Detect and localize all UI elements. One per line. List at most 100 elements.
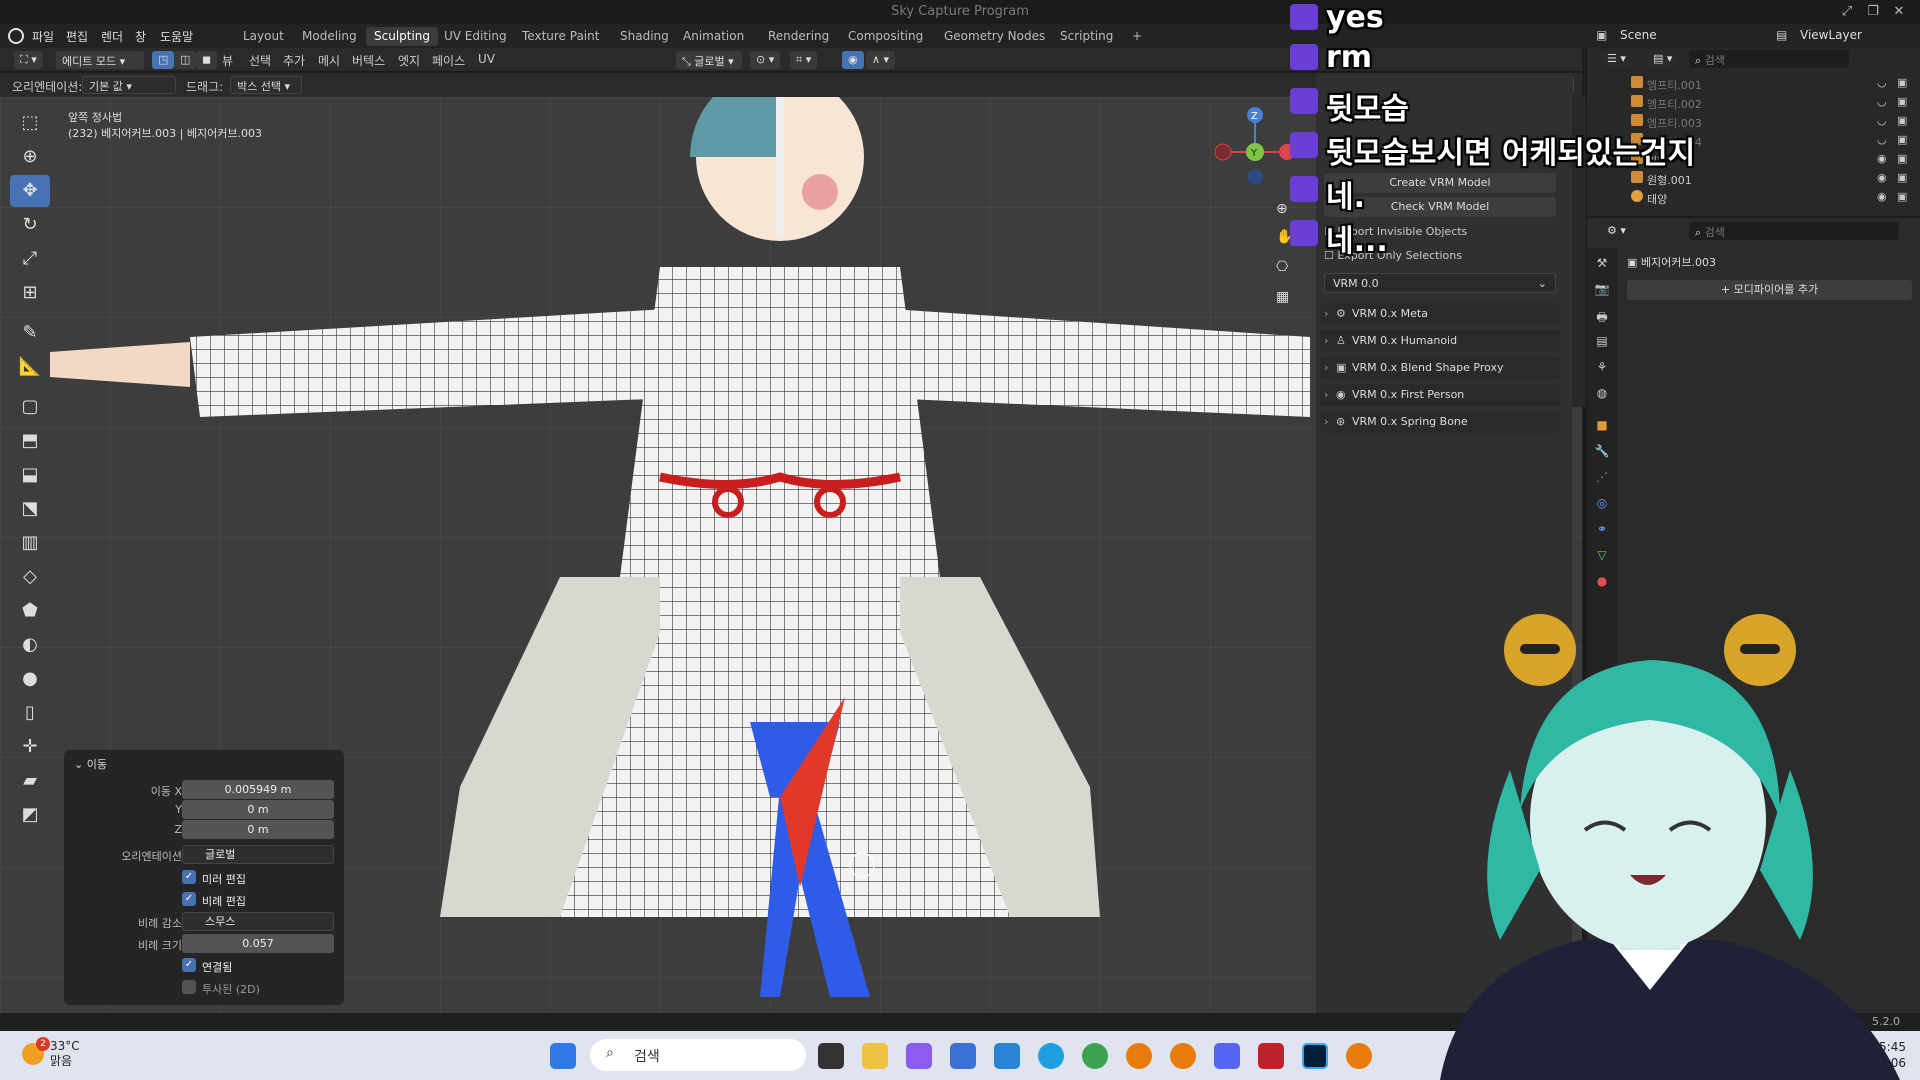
- add-modifier-button[interactable]: + 모디파이어를 추가: [1627, 280, 1912, 300]
- proportional-edit-icon[interactable]: ◉: [842, 51, 864, 69]
- task-view-icon[interactable]: [818, 1043, 844, 1069]
- edge-select-button[interactable]: ◫: [174, 51, 197, 69]
- tab-compositing[interactable]: Compositing: [840, 27, 931, 46]
- object-tab-icon[interactable]: ■: [1594, 418, 1610, 434]
- navigation-gizmo[interactable]: Z Y: [1215, 97, 1295, 187]
- tab-rendering[interactable]: Rendering: [760, 27, 837, 46]
- eye-icon[interactable]: ◡: [1877, 133, 1887, 146]
- output-tab-icon[interactable]: 🖶: [1594, 308, 1610, 324]
- weather-widget[interactable]: 2 33°C 맑음: [22, 1037, 80, 1069]
- discord-icon[interactable]: [1214, 1043, 1240, 1069]
- vrm-first-person-section[interactable]: › ◉ VRM 0.x First Person: [1320, 384, 1560, 406]
- render-tab-icon[interactable]: 📷: [1594, 282, 1610, 298]
- add-cube-tool-icon[interactable]: ▢: [10, 391, 50, 423]
- vrm-spring-bone-section[interactable]: › ⊛ VRM 0.x Spring Bone: [1320, 411, 1560, 433]
- outliner-editor-icon[interactable]: ☰ ▾: [1601, 50, 1632, 68]
- projected-checkbox[interactable]: [182, 980, 196, 994]
- app-icon[interactable]: [994, 1043, 1020, 1069]
- select-tool-icon[interactable]: ⬚: [10, 107, 50, 139]
- menu-view[interactable]: 뷰: [222, 52, 233, 69]
- camera-icon[interactable]: ▣: [1897, 76, 1907, 89]
- edge-icon[interactable]: [1038, 1043, 1064, 1069]
- outliner-search-input[interactable]: ⌕ 검색: [1689, 50, 1849, 68]
- connected-checkbox[interactable]: ✓: [182, 958, 196, 972]
- tab-modeling[interactable]: Modeling: [294, 27, 365, 46]
- menu-help[interactable]: 도움말: [160, 28, 193, 45]
- world-tab-icon[interactable]: ◍: [1594, 386, 1610, 402]
- file-explorer-icon[interactable]: [862, 1043, 888, 1069]
- menu-uv[interactable]: UV: [478, 52, 495, 66]
- move-x-field[interactable]: 0.005949 m: [182, 780, 334, 799]
- shear-tool-icon[interactable]: ▰: [10, 765, 50, 797]
- zoom-icon[interactable]: ⊕: [1276, 201, 1288, 217]
- constraints-tab-icon[interactable]: ⚭: [1594, 522, 1610, 538]
- blender-logo-icon[interactable]: [8, 28, 24, 44]
- windows-start-icon[interactable]: [550, 1043, 576, 1069]
- ortho-grid-icon[interactable]: ▦: [1276, 289, 1289, 305]
- menu-edit[interactable]: 편집: [66, 28, 88, 45]
- display-mode-icon[interactable]: ▤ ▾: [1647, 50, 1679, 68]
- falloff-icon[interactable]: ∧ ▾: [866, 51, 896, 69]
- pivot-icon[interactable]: ⊙ ▾: [750, 51, 781, 69]
- eye-icon[interactable]: ◡: [1877, 114, 1887, 127]
- transform-orientation-dropdown[interactable]: ⤡ 글로벌 ▾: [676, 51, 742, 69]
- move-tool-icon[interactable]: ✥: [10, 175, 50, 207]
- menu-window[interactable]: 창: [135, 28, 146, 45]
- rip-tool-icon[interactable]: ◩: [10, 799, 50, 831]
- edge-slide-tool-icon[interactable]: ▯: [10, 697, 50, 729]
- eye-icon[interactable]: ◡: [1877, 95, 1887, 108]
- properties-editor-icon[interactable]: ⚙ ▾: [1601, 222, 1632, 240]
- move-y-field[interactable]: 0 m: [182, 800, 334, 819]
- loop-cut-tool-icon[interactable]: ▥: [10, 527, 50, 559]
- tab-uv-editing[interactable]: UV Editing: [436, 27, 515, 46]
- data-tab-icon[interactable]: ▽: [1594, 548, 1610, 564]
- menu-edge[interactable]: 엣지: [398, 52, 420, 69]
- physics-tab-icon[interactable]: ◎: [1594, 496, 1610, 512]
- vrm-version-dropdown[interactable]: VRM 0.0 ⌄: [1324, 273, 1556, 293]
- tab-sculpting[interactable]: Sculpting: [366, 27, 439, 46]
- camera-icon[interactable]: ▣: [1897, 114, 1907, 127]
- tab-scripting[interactable]: Scripting: [1052, 27, 1121, 46]
- orientation-dropdown[interactable]: 기본 값 ▾: [82, 76, 176, 94]
- modifier-tab-icon[interactable]: 🔧: [1594, 444, 1610, 460]
- tab-animation[interactable]: Animation: [675, 27, 752, 46]
- voice-app-icon[interactable]: [1258, 1043, 1284, 1069]
- inset-tool-icon[interactable]: ⬓: [10, 459, 50, 491]
- outliner-row[interactable]: 엠프티.002 ◡ ▣: [1587, 93, 1920, 112]
- eye-icon[interactable]: ◡: [1877, 76, 1887, 89]
- restore-icon[interactable]: ❐: [1862, 2, 1884, 22]
- face-select-button[interactable]: ◼: [196, 51, 218, 69]
- blender-taskbar-icon[interactable]: [1170, 1043, 1196, 1069]
- menu-select[interactable]: 선택: [249, 52, 271, 69]
- blender-taskbar-icon[interactable]: [1126, 1043, 1152, 1069]
- menu-mesh[interactable]: 메시: [318, 52, 340, 69]
- scene-icon[interactable]: ▣: [1596, 28, 1607, 42]
- cursor-tool-icon[interactable]: ⊕: [10, 141, 50, 173]
- particles-tab-icon[interactable]: ⋰: [1594, 470, 1610, 486]
- bevel-tool-icon[interactable]: ⬔: [10, 493, 50, 525]
- transform-tool-icon[interactable]: ⊞: [10, 277, 50, 309]
- view-layer-name[interactable]: ViewLayer: [1800, 28, 1862, 42]
- blender-taskbar-icon[interactable]: [1346, 1043, 1372, 1069]
- drag-dropdown[interactable]: 박스 선택 ▾: [230, 76, 302, 94]
- falloff-dropdown[interactable]: 스무스: [182, 912, 334, 931]
- eye-icon[interactable]: ◉: [1877, 190, 1887, 203]
- vrm-humanoid-section[interactable]: › ♙ VRM 0.x Humanoid: [1320, 330, 1560, 352]
- outliner-row[interactable]: 태양 ◉ ▣: [1587, 188, 1920, 207]
- camera-icon[interactable]: ▣: [1897, 152, 1907, 165]
- scene-tab-icon[interactable]: ⚘: [1594, 360, 1610, 376]
- extrude-tool-icon[interactable]: ⬒: [10, 425, 50, 457]
- knife-tool-icon[interactable]: ◇: [10, 561, 50, 593]
- properties-search-input[interactable]: ⌕ 검색: [1689, 222, 1899, 240]
- proportional-edit-checkbox[interactable]: ✓: [182, 892, 196, 906]
- menu-render[interactable]: 렌더: [101, 28, 123, 45]
- shrink-tool-icon[interactable]: ✛: [10, 731, 50, 763]
- eye-icon[interactable]: ◉: [1877, 152, 1887, 165]
- tab-texture-paint[interactable]: Texture Paint: [514, 27, 607, 46]
- vrm-blendshape-section[interactable]: › ▣ VRM 0.x Blend Shape Proxy: [1320, 357, 1560, 379]
- mode-dropdown[interactable]: 에디트 모드 ▾: [56, 51, 144, 69]
- rotate-tool-icon[interactable]: ↻: [10, 209, 50, 241]
- editor-type-button[interactable]: ⛶ ▾: [14, 51, 43, 69]
- scene-name[interactable]: Scene: [1620, 28, 1657, 42]
- menu-vertex[interactable]: 버텍스: [352, 52, 385, 69]
